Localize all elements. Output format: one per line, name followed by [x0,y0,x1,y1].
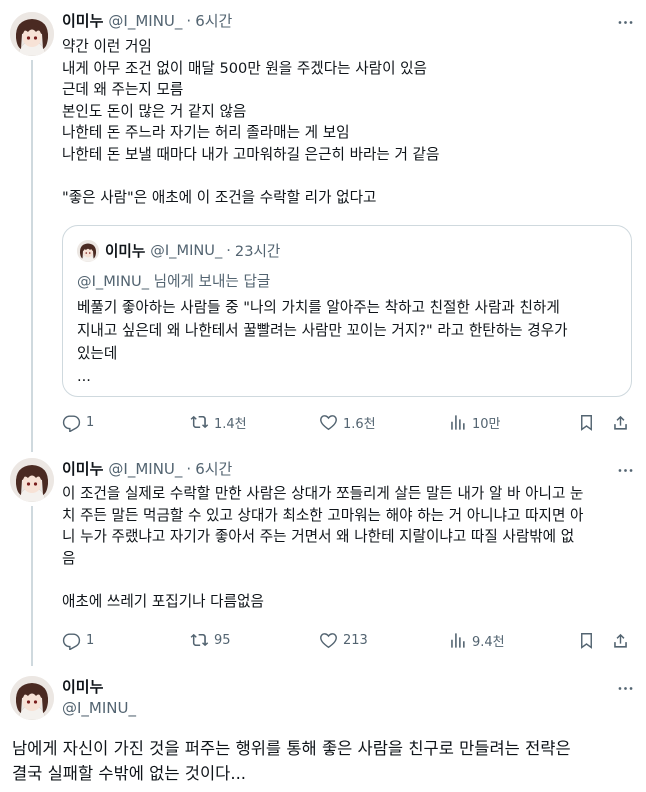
avatar[interactable] [10,12,54,56]
handle[interactable]: @I_MINU_ [108,460,182,478]
reply-icon [62,414,81,432]
views-button[interactable]: 9.4천 [448,628,505,652]
retweet-icon [190,415,209,428]
quoted-tweet[interactable]: 이미누 @I_MINU_ · 23시간 @I_MINU_ 님에게 보내는 답글 … [62,225,632,397]
tweet-text: 남에게 자신이 가진 것을 퍼주는 행위를 통해 좋은 사람을 친구로 만들려는… [12,739,571,783]
tweet-actions: 1 1.4천 1.6천 10만 [62,410,630,434]
retweet-button[interactable]: 95 [190,628,231,652]
reply-mention[interactable]: @I_MINU_ [77,273,149,290]
bookmark-button[interactable] [577,410,596,434]
reply-button[interactable]: 1 [62,410,94,434]
views-count: 9.4천 [472,634,505,650]
bookmark-button[interactable] [577,628,596,652]
bookmark-icon [581,632,592,648]
more-horizontal-icon[interactable] [614,459,636,481]
avatar[interactable] [10,676,54,720]
separator-dot: · [186,11,192,30]
quote-timestamp: 23시간 [234,243,281,260]
tweet-header: 이미누 @I_MINU_ [62,676,136,717]
quote-header: 이미누 @I_MINU_ · 23시간 [105,240,280,261]
retweet-button[interactable]: 1.4천 [190,410,247,434]
handle[interactable]: @I_MINU_ [62,699,136,717]
views-chart-icon [451,632,465,648]
like-count: 1.6천 [343,416,376,432]
quote-display-name: 이미누 [105,243,146,260]
reply-context-label: 님에게 보내는 답글 [149,273,271,290]
quote-text: 베풀기 좋아하는 사람들 중 "나의 가치를 알아주는 착하고 친절한 사람과 … [77,299,568,385]
share-icon [614,633,627,648]
bookmark-icon [581,414,592,430]
quote-avatar [77,240,99,262]
timestamp[interactable]: 6시간 [195,10,232,31]
heart-icon [320,632,337,648]
separator-dot: · [186,459,192,478]
reply-icon [62,632,81,650]
avatar[interactable] [10,458,54,502]
handle[interactable]: @I_MINU_ [108,12,182,30]
share-button[interactable] [611,410,630,434]
retweet-count: 1.4천 [214,416,247,432]
reply-context: @I_MINU_ 님에게 보내는 답글 [77,270,270,291]
more-horizontal-icon[interactable] [614,677,636,699]
views-chart-icon [451,414,465,430]
reply-count: 1 [86,632,95,648]
display-name[interactable]: 이미누 [62,10,103,31]
tweet-header: 이미누 @I_MINU_ · 6시간 [62,10,232,31]
tweet-text: 이 조건을 실제로 수락할 만한 사람은 상대가 쪼들리게 살든 말든 내가 알… [62,485,584,610]
more-horizontal-icon[interactable] [614,11,636,33]
separator-dot: · [226,242,231,259]
views-button[interactable]: 10만 [448,410,501,434]
reply-button[interactable]: 1 [62,628,94,652]
thread-line [31,60,33,452]
like-button[interactable]: 1.6천 [319,410,376,434]
share-icon [614,415,627,430]
tweet-header: 이미누 @I_MINU_ · 6시간 [62,458,232,479]
thread-line [31,506,33,666]
views-count: 10만 [472,416,501,432]
share-button[interactable] [611,628,630,652]
retweet-icon [190,633,209,646]
tweet-actions: 1 95 213 9.4천 [62,628,630,652]
quote-handle: @I_MINU_ [150,242,223,259]
retweet-count: 95 [214,632,231,648]
reply-count: 1 [86,414,95,430]
like-button[interactable]: 213 [319,628,368,652]
display-name[interactable]: 이미누 [62,458,103,479]
timestamp[interactable]: 6시간 [195,458,232,479]
like-count: 213 [343,632,368,648]
tweet-text: 약간 이런 거임 내게 아무 조건 없이 매달 500만 원을 주겠다는 사람이… [62,38,440,206]
display-name[interactable]: 이미누 [62,676,103,697]
heart-icon [320,414,337,430]
